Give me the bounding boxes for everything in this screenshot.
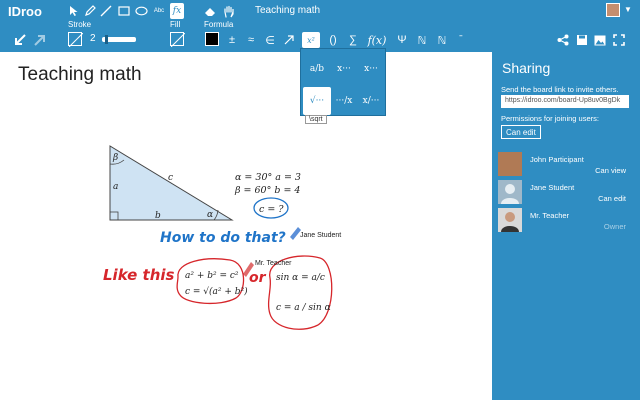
function-symbol-button[interactable]: f(x): [366, 32, 388, 48]
avatar: [498, 152, 522, 176]
psi-symbol-button[interactable]: Ψ: [396, 32, 408, 48]
text-tool-button[interactable]: Abc: [151, 3, 167, 19]
formula-pythagoras: a² + b² = c²: [185, 271, 239, 281]
triangle-side-b-label: b: [155, 211, 161, 221]
vector-arrow-icon[interactable]: [283, 32, 295, 48]
send-link-instructions: Send the board link to invite others.: [501, 85, 619, 94]
user-role[interactable]: Can edit: [598, 194, 626, 203]
export-arrow-icon[interactable]: [32, 32, 48, 48]
board-link-field[interactable]: https://idroo.com/board-Up8uv0BgDk: [501, 95, 629, 108]
author-label-teacher: Mr. Teacher: [255, 260, 292, 267]
user-menu-chevron-down-icon[interactable]: ▼: [624, 5, 632, 14]
element-of-symbol-button[interactable]: ∈: [264, 32, 276, 48]
toolbar: IDroo Teaching math Abc fx ▼ Stroke Fill…: [0, 0, 640, 52]
lower-fraction-template-button[interactable]: ···/x: [330, 87, 358, 115]
save-icon[interactable]: [575, 32, 589, 48]
board-drawing: β α a b c α = 30° a = 3 β = 60° b = 4 c …: [103, 145, 333, 330]
accent-symbol-button[interactable]: ˉ: [455, 32, 467, 48]
whiteboard-canvas[interactable]: Teaching math β α a b c α = 30° a = 3 β …: [0, 52, 492, 400]
handwriting-how-to-do-that: How to do that?: [160, 230, 286, 246]
fullscreen-icon[interactable]: [612, 32, 626, 48]
user-row-teacher[interactable]: Mr. Teacher Owner: [498, 208, 636, 234]
rectangle-icon[interactable]: [117, 3, 131, 19]
document-title: Teaching math: [255, 5, 321, 16]
current-user-avatar[interactable]: [606, 3, 620, 17]
sharing-panel: Sharing Send the board link to invite ot…: [492, 52, 640, 400]
triangle-shape[interactable]: [109, 145, 234, 221]
app-logo: IDroo: [8, 4, 42, 19]
fraction-template-button[interactable]: a/b: [303, 55, 331, 83]
image-icon[interactable]: [593, 32, 607, 48]
author-label-jane: Jane Student: [300, 232, 342, 239]
triangle-side-a-label: a: [113, 182, 118, 192]
user-role[interactable]: Can view: [595, 166, 626, 175]
stroke-color-swatch[interactable]: [68, 32, 84, 48]
fill-label: Fill: [170, 20, 181, 29]
upper-fraction-template-button[interactable]: x/···: [357, 87, 385, 115]
sqrt-tooltip: \sqrt: [305, 115, 327, 124]
triangle-side-c-label: c: [168, 173, 173, 183]
handwriting-like-this: Like this: [103, 266, 175, 284]
plusminus-symbol-button[interactable]: ±: [226, 32, 238, 48]
fill-color-swatch[interactable]: [170, 32, 186, 48]
sqrt-template-button[interactable]: √···: [303, 87, 331, 115]
formula-c-sqrt: c = √(a² + b²): [185, 286, 248, 297]
formula-sin-alpha: sin α = a/c: [276, 273, 325, 283]
handwriting-or: or: [249, 270, 267, 286]
user-row-jane[interactable]: Jane Student Can edit: [498, 180, 636, 206]
user-name: Jane Student: [530, 183, 575, 192]
user-row-john[interactable]: John Participant Can view: [498, 152, 636, 178]
user-name: Mr. Teacher: [530, 211, 570, 220]
line-icon[interactable]: [100, 3, 112, 19]
join-permission-button[interactable]: Can edit: [501, 125, 541, 139]
power-template-button[interactable]: x···: [330, 55, 358, 83]
stroke-label: Stroke: [68, 20, 92, 29]
parens-symbol-button[interactable]: (): [325, 32, 341, 48]
question-text: c = ?: [259, 204, 284, 215]
permissions-label: Permissions for joining users:: [501, 114, 599, 123]
eraser-icon[interactable]: [203, 3, 217, 19]
formula-template-menu: a/b x··· x··· √··· ···/x x/···: [300, 48, 386, 116]
user-name: John Participant: [530, 155, 584, 164]
subscript-template-button[interactable]: x···: [357, 55, 385, 83]
triangle-beta-label: β: [112, 153, 118, 163]
naturals-symbol-button[interactable]: ℕ: [416, 32, 428, 48]
formula-color-swatch[interactable]: [205, 32, 219, 46]
superscript-symbol-button[interactable]: x²: [302, 32, 320, 48]
share-icon[interactable]: [556, 32, 570, 48]
naturals-alt-symbol-button[interactable]: ℕ: [436, 32, 448, 48]
user-role: Owner: [603, 222, 626, 231]
formula-label: Formula: [204, 20, 234, 29]
formula-tool-button[interactable]: fx: [170, 3, 184, 19]
avatar: [498, 180, 522, 204]
sharing-title: Sharing: [502, 60, 551, 76]
slider-knob[interactable]: [105, 35, 109, 44]
formula-c-over-sin: c = a / sin α: [276, 303, 331, 313]
given-line-1: α = 30° a = 3: [235, 172, 301, 183]
stroke-width-value: 2: [90, 33, 96, 44]
avatar: [498, 208, 522, 232]
approx-symbol-button[interactable]: ≈: [245, 32, 257, 48]
sum-symbol-button[interactable]: ∑: [347, 32, 359, 48]
import-arrow-icon[interactable]: [12, 32, 28, 48]
ellipse-icon[interactable]: [134, 3, 148, 19]
pencil-icon[interactable]: [84, 3, 96, 19]
stroke-width-slider[interactable]: [102, 35, 136, 44]
app-window: IDroo Teaching math Abc fx ▼ Stroke Fill…: [0, 0, 640, 400]
red-loop-right: [267, 255, 333, 330]
hand-pan-icon[interactable]: [222, 3, 236, 19]
select-pointer-icon[interactable]: [68, 3, 80, 19]
given-line-2: β = 60° b = 4: [234, 185, 300, 196]
triangle-alpha-label: α: [207, 210, 213, 220]
